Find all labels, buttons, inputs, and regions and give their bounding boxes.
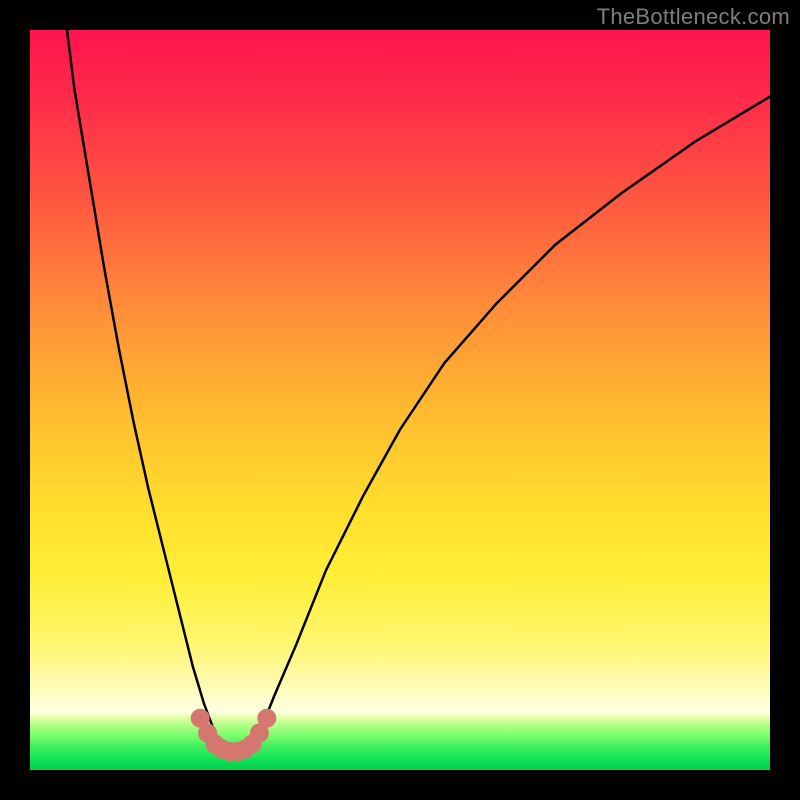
curve-right [252, 97, 770, 748]
watermark-text: TheBottleneck.com [597, 4, 790, 30]
bottom-knots-group [191, 709, 276, 760]
curve-layer [30, 30, 770, 770]
chart-frame: TheBottleneck.com [0, 0, 800, 800]
knot-point [258, 709, 276, 727]
plot-area [30, 30, 770, 770]
curve-left [67, 30, 222, 748]
